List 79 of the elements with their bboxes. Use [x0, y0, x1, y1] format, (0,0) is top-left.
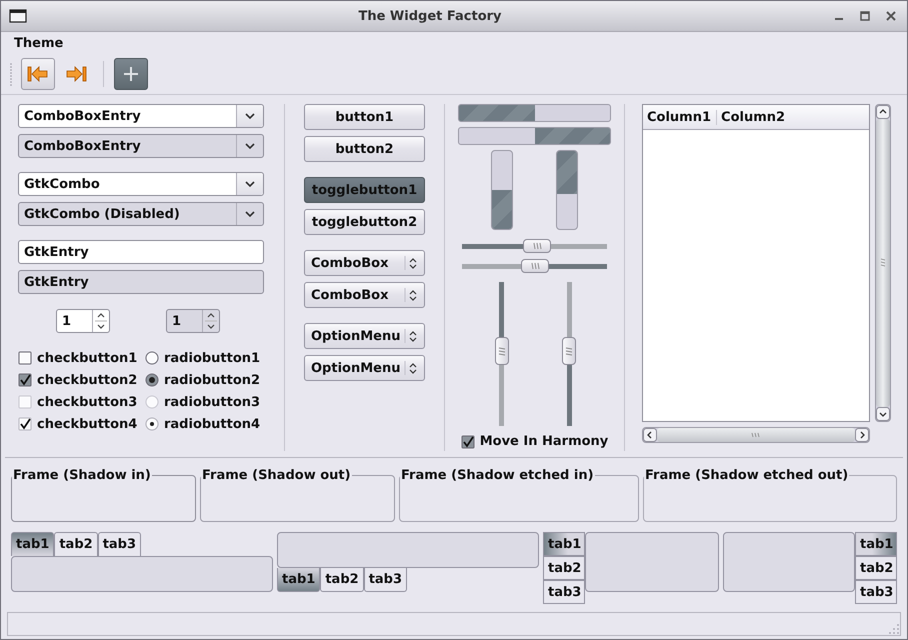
tab[interactable]: tab2 [54, 532, 98, 556]
checkbox-label[interactable]: checkbutton2 [37, 372, 138, 388]
frame-label: Frame (Shadow in) [12, 468, 152, 483]
tab[interactable]: tab2 [855, 556, 897, 580]
chevron-down-icon [244, 180, 256, 188]
push-button[interactable]: button1 [304, 104, 425, 130]
slider[interactable] [561, 282, 578, 426]
tab[interactable]: tab2 [543, 556, 585, 580]
slider-handle[interactable] [520, 259, 548, 273]
combo-box-entry[interactable]: ComboBoxEntry [18, 104, 264, 128]
scroll-down-icon[interactable] [876, 407, 890, 421]
frame-label: Frame (Shadow etched in) [400, 468, 595, 483]
combo-field[interactable]: GtkCombo [18, 172, 264, 196]
toolbar-grip[interactable] [9, 62, 13, 86]
arrow-left-icon [26, 64, 50, 84]
horizontal-scrollbar[interactable] [642, 427, 870, 443]
tab[interactable]: tab3 [364, 568, 408, 592]
tab[interactable]: tab3 [855, 580, 897, 604]
menu-item[interactable]: Theme [13, 34, 64, 52]
combo-box[interactable]: ComboBox [304, 250, 425, 276]
tab[interactable]: tab1 [543, 532, 585, 556]
vertical-scrollbar[interactable] [875, 104, 891, 422]
spin-arrows-icon[interactable] [92, 310, 109, 332]
slider-handle[interactable] [562, 336, 576, 365]
plus-icon [121, 64, 141, 84]
checkbox[interactable] [18, 373, 32, 387]
slider[interactable] [494, 282, 510, 426]
maximize-icon[interactable] [859, 10, 871, 22]
checkbox-label[interactable]: checkbutton1 [37, 350, 138, 366]
radio-button[interactable] [145, 351, 159, 365]
dropdown-button[interactable] [236, 173, 263, 195]
tab[interactable]: tab1 [855, 532, 897, 556]
column-header[interactable]: Column1 [643, 110, 718, 124]
scrollbar-thumb[interactable] [876, 119, 890, 407]
slider[interactable] [462, 258, 607, 274]
tab[interactable]: tab2 [320, 568, 364, 592]
option-menu[interactable]: OptionMenu [304, 355, 425, 381]
back-button[interactable] [21, 58, 55, 90]
spin-button[interactable]: 1 [56, 309, 110, 333]
checkbox-label[interactable]: Move In Harmony [480, 434, 608, 449]
window-icon[interactable] [9, 9, 27, 23]
scroll-left-icon[interactable] [643, 428, 657, 442]
combo-box[interactable]: ComboBox [304, 282, 425, 308]
scroll-up-icon[interactable] [876, 105, 890, 119]
chevron-down-icon [244, 142, 256, 150]
frame-label: Frame (Shadow etched out) [644, 468, 850, 483]
push-button[interactable]: button2 [304, 136, 425, 162]
tab[interactable]: tab3 [98, 532, 142, 556]
close-icon[interactable] [885, 10, 897, 22]
tab[interactable]: tab1 [11, 532, 54, 556]
arrow-right-icon [64, 64, 88, 84]
column-header[interactable]: Column2 [717, 110, 790, 124]
toggle-button[interactable]: togglebutton1 [304, 177, 425, 203]
scroll-right-icon[interactable] [855, 428, 869, 442]
radio-label[interactable]: radiobutton4 [164, 416, 260, 432]
add-button[interactable] [114, 58, 148, 90]
radio-button[interactable] [145, 373, 159, 387]
checkbox[interactable] [460, 434, 475, 448]
option-menu[interactable]: OptionMenu [304, 323, 425, 349]
tab[interactable]: tab1 [277, 568, 320, 592]
tab[interactable]: tab3 [543, 580, 585, 604]
checkbox[interactable] [18, 417, 32, 431]
toggle-button[interactable]: togglebutton2 [304, 209, 425, 235]
window-title: The Widget Factory [357, 8, 503, 24]
resize-grip-icon[interactable] [888, 623, 900, 635]
checkbox[interactable] [18, 351, 32, 365]
chevron-down-icon [244, 210, 256, 218]
chevron-down-icon [244, 112, 256, 120]
slider[interactable] [462, 238, 607, 254]
slider-handle[interactable] [494, 336, 509, 365]
frame-label: Frame (Shadow out) [201, 468, 352, 483]
radio-button[interactable] [145, 417, 159, 431]
dropdown-button[interactable] [236, 105, 263, 127]
slider-handle[interactable] [522, 239, 551, 253]
radio-label[interactable]: radiobutton1 [164, 350, 260, 366]
text-field[interactable]: GtkEntry [18, 240, 264, 264]
scrollbar-thumb[interactable] [657, 428, 855, 442]
radio-label[interactable]: radiobutton2 [164, 372, 260, 388]
checkbox-label[interactable]: checkbutton4 [37, 416, 138, 432]
